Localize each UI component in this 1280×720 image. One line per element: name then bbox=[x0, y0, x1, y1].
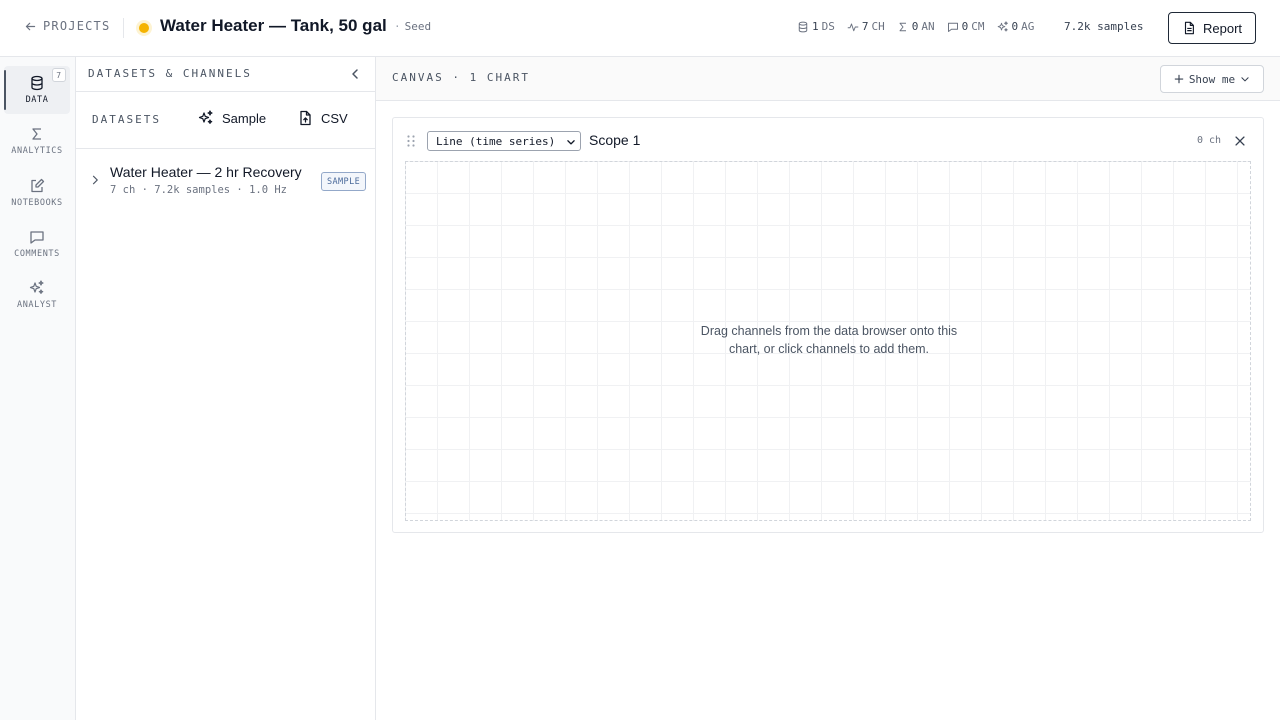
channel-count: 0 ch bbox=[1197, 135, 1222, 146]
sigma-icon bbox=[899, 22, 906, 31]
chart-card: Line (time series) Scope 1 0 ch Drag cha… bbox=[392, 117, 1264, 533]
app-header: PROJECTS Water Heater — Tank, 50 gal · Se… bbox=[0, 0, 1280, 57]
report-button[interactable]: Report bbox=[1168, 12, 1256, 44]
stat-agents: 0 AG bbox=[997, 20, 1034, 33]
add-sample-button[interactable]: Sample bbox=[198, 110, 266, 126]
drag-handle-icon[interactable] bbox=[405, 134, 417, 148]
empty-message-line: Drag channels from the data browser onto… bbox=[700, 324, 958, 338]
back-label: PROJECTS bbox=[43, 19, 111, 33]
dataset-name: Water Heater — 2 hr Recovery bbox=[110, 164, 302, 180]
rail-item-comments[interactable]: COMMENTS bbox=[4, 220, 70, 268]
dataset-row[interactable]: Water Heater — 2 hr Recovery 7 ch · 7.2k… bbox=[76, 162, 375, 202]
chevron-right-icon[interactable] bbox=[89, 174, 101, 186]
csv-label: CSV bbox=[321, 110, 348, 126]
canvas-title: CANVAS · 1 CHART bbox=[392, 71, 530, 84]
stat-analytics: 0 AN bbox=[897, 20, 935, 33]
left-rail: 7 DATA ANALYTICS NOTEBOOKS COMMENTS ANAL… bbox=[0, 57, 76, 720]
stat-channels: 7 CH bbox=[847, 20, 885, 33]
canvas-header: CANVAS · 1 CHART Show me bbox=[376, 57, 1280, 101]
sparkles-icon bbox=[29, 280, 44, 294]
rail-label: NOTEBOOKS bbox=[11, 198, 63, 208]
chart-type-value: Line (time series) bbox=[436, 134, 556, 148]
show-me-label: Show me bbox=[1188, 72, 1236, 86]
header-divider bbox=[123, 18, 124, 38]
chart-name[interactable]: Scope 1 bbox=[589, 132, 640, 148]
report-label: Report bbox=[1202, 20, 1243, 36]
project-status-dot bbox=[139, 23, 149, 33]
rail-item-data[interactable]: 7 DATA bbox=[4, 66, 70, 114]
empty-message-line: chart, or click channels to add them. bbox=[728, 342, 930, 356]
activity-icon bbox=[847, 23, 859, 31]
rail-item-notebooks[interactable]: NOTEBOOKS bbox=[4, 169, 70, 217]
sample-label: Sample bbox=[222, 110, 267, 126]
chevron-down-icon bbox=[1241, 77, 1249, 82]
show-me-button[interactable]: Show me bbox=[1160, 65, 1264, 93]
rail-label: COMMENTS bbox=[14, 249, 60, 259]
chart-type-select[interactable]: Line (time series) bbox=[427, 131, 581, 151]
empty-chart-message: Drag channels from the data browser onto… bbox=[406, 322, 1252, 358]
dataset-meta: 7 ch · 7.2k samples · 1.0 Hz bbox=[110, 184, 288, 196]
canvas-area: CANVAS · 1 CHART Show me Line (time seri… bbox=[376, 57, 1280, 720]
upload-csv-button[interactable]: CSV bbox=[297, 110, 348, 126]
comment-icon bbox=[30, 231, 44, 244]
rail-label: DATA bbox=[25, 95, 49, 105]
sigma-icon bbox=[32, 128, 41, 140]
panel-header: DATASETS & CHANNELS bbox=[76, 57, 375, 92]
database-icon bbox=[798, 21, 808, 32]
plus-icon bbox=[1174, 74, 1184, 84]
rail-badge: 7 bbox=[52, 68, 66, 82]
sparkles-icon bbox=[997, 20, 1008, 31]
sparkles-icon bbox=[198, 110, 213, 124]
arrow-left-icon bbox=[25, 22, 36, 30]
file-upload-icon bbox=[300, 110, 311, 126]
back-to-projects-link[interactable]: PROJECTS bbox=[24, 19, 110, 33]
document-icon bbox=[1184, 21, 1194, 35]
comment-icon bbox=[947, 22, 958, 32]
stat-comments: 0 CM bbox=[947, 20, 985, 33]
sample-badge: SAMPLE bbox=[321, 172, 367, 191]
rail-item-analyst[interactable]: ANALYST bbox=[4, 271, 70, 319]
notebook-icon bbox=[31, 178, 45, 193]
chevron-down-icon bbox=[567, 140, 575, 145]
panel-title: DATASETS & CHANNELS bbox=[88, 67, 252, 80]
datasets-label: DATASETS bbox=[92, 113, 161, 126]
project-stats: 1 DS 7 CH 0 AN 0 CM 0 AG bbox=[797, 20, 1034, 33]
database-icon bbox=[31, 75, 43, 91]
stat-datasets: 1 DS bbox=[797, 20, 835, 33]
close-icon[interactable] bbox=[1233, 134, 1247, 148]
project-tag: · Seed bbox=[394, 20, 432, 33]
chevron-left-icon[interactable] bbox=[347, 66, 363, 82]
rail-item-analytics[interactable]: ANALYTICS bbox=[4, 117, 70, 165]
sample-count: 7.2k samples bbox=[1064, 20, 1144, 33]
datasets-toolbar: DATASETS Sample CSV bbox=[76, 92, 375, 149]
project-title: Water Heater — Tank, 50 gal bbox=[160, 16, 387, 35]
datasets-panel: DATASETS & CHANNELS DATASETS Sample CSV … bbox=[76, 57, 376, 720]
rail-label: ANALYTICS bbox=[11, 146, 63, 156]
chart-drop-zone[interactable]: Drag channels from the data browser onto… bbox=[405, 161, 1251, 521]
rail-label: ANALYST bbox=[16, 300, 58, 310]
